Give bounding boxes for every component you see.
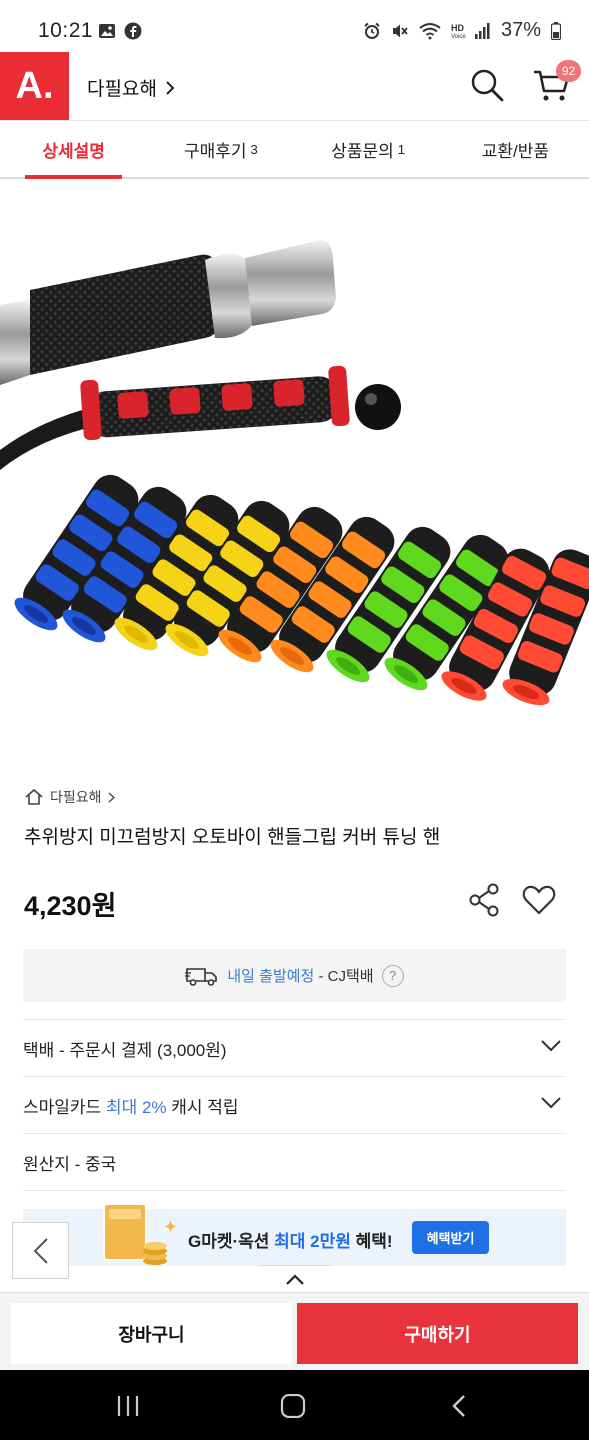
app-header: A. 다필요해 — [0, 52, 589, 120]
back-nav-icon[interactable] — [446, 1394, 474, 1418]
grips-image — [14, 474, 589, 706]
product-tabs: 상세설명 구매후기 3 상품문의 1 교환/반품 — [0, 120, 589, 179]
back-icon — [33, 1237, 48, 1264]
battery-icon — [551, 21, 561, 40]
delivery-carrier: - CJ택배 — [314, 968, 374, 985]
divider — [23, 1190, 566, 1191]
tab-count: 1 — [397, 141, 406, 157]
banner-prefix: G마켓·옥션 — [188, 1232, 275, 1251]
status-time: 10:21 — [38, 19, 94, 42]
tab-reviews[interactable]: 구매후기 3 — [147, 121, 294, 177]
chevron-right-icon — [166, 80, 175, 95]
tab-returns[interactable]: 교환/반품 — [442, 121, 589, 177]
tab-inquiry[interactable]: 상품문의 1 — [295, 121, 442, 177]
cart-badge: 92 — [556, 60, 581, 82]
product-title: 추위방지 미끄럼방지 오토바이 핸들그립 커버 튜닝 핸 — [24, 827, 441, 848]
share-icon[interactable] — [468, 883, 502, 917]
tab-count: 3 — [250, 141, 258, 157]
breadcrumb-store: 다필요해 — [50, 789, 102, 805]
chevron-down-icon — [541, 1097, 561, 1109]
breadcrumb[interactable]: 다필요해 — [24, 787, 115, 807]
home-icon — [25, 788, 43, 805]
card-suffix: 캐시 적립 — [166, 1097, 239, 1117]
handlebar-image — [0, 240, 401, 470]
card-benefit-row[interactable]: 스마일카드 최대 2% 캐시 적립 — [23, 1076, 566, 1133]
recent-apps-icon[interactable] — [114, 1394, 142, 1418]
origin-row: 원산지 - 중국 — [23, 1133, 566, 1190]
truck-icon — [185, 967, 218, 986]
buy-now-button[interactable]: 구매하기 — [297, 1303, 578, 1364]
signal-icon: HDVoice — [451, 22, 490, 40]
alarm-icon — [364, 22, 380, 39]
store-name-link[interactable]: 다필요해 — [87, 74, 175, 101]
tab-label: 상품문의 — [331, 141, 394, 161]
search-icon[interactable] — [470, 68, 504, 102]
chevron-right-icon — [108, 791, 115, 803]
wifi-icon — [419, 22, 441, 39]
gallery-icon — [99, 24, 115, 38]
svg-text:Voice: Voice — [451, 34, 466, 40]
bottom-action-bar: 장바구니 구매하기 — [0, 1292, 589, 1370]
add-to-cart-button[interactable]: 장바구니 — [11, 1303, 292, 1364]
delivery-info: 내일 출발예정 - CJ택배 ? — [23, 949, 566, 1002]
origin-info: 원산지 - 중국 — [23, 1154, 117, 1174]
shipping-row[interactable]: 택배 - 주문시 결제 (3,000원) — [23, 1019, 566, 1076]
help-icon[interactable]: ? — [381, 964, 404, 987]
benefit-button[interactable]: 혜택받기 — [412, 1221, 489, 1254]
mute-icon — [392, 24, 408, 37]
home-nav-icon[interactable] — [279, 1394, 307, 1418]
tab-label: 상세설명 — [42, 141, 105, 161]
logo[interactable]: A. — [0, 52, 69, 120]
product-price: 4,230원 — [24, 891, 117, 921]
svg-text:HD: HD — [451, 23, 464, 33]
coins-icon — [143, 1242, 167, 1265]
promo-banner[interactable]: ✦ G마켓·옥션 최대 2만원 혜택! 혜택받기 — [23, 1203, 566, 1266]
battery-percent: 37% — [500, 19, 541, 41]
system-nav-bar — [0, 1370, 589, 1440]
shipping-info: 택배 - 주문시 결제 (3,000원) — [23, 1040, 227, 1060]
expand-toggle[interactable] — [250, 1265, 339, 1293]
tab-label: 교환/반품 — [481, 141, 550, 161]
delivery-date: 내일 출발예정 — [227, 968, 315, 985]
tab-label: 구매후기 — [183, 141, 247, 161]
status-bar: 10:21 HD Voice 37% — [0, 0, 589, 52]
tab-details[interactable]: 상세설명 — [0, 121, 147, 179]
facebook-icon — [124, 22, 142, 40]
card-prefix: 스마일카드 — [23, 1097, 106, 1117]
banner-highlight: 최대 2만원 — [274, 1232, 351, 1251]
store-name: 다필요해 — [87, 79, 157, 100]
product-image[interactable] — [0, 180, 589, 770]
card-highlight: 최대 2% — [105, 1097, 167, 1117]
back-button[interactable] — [12, 1222, 69, 1279]
chevron-up-icon — [285, 1273, 304, 1285]
sparkle-icon: ✦ — [163, 1217, 179, 1237]
heart-icon[interactable] — [522, 884, 556, 916]
chevron-down-icon — [541, 1040, 561, 1052]
banner-suffix: 혜택! — [350, 1232, 393, 1251]
